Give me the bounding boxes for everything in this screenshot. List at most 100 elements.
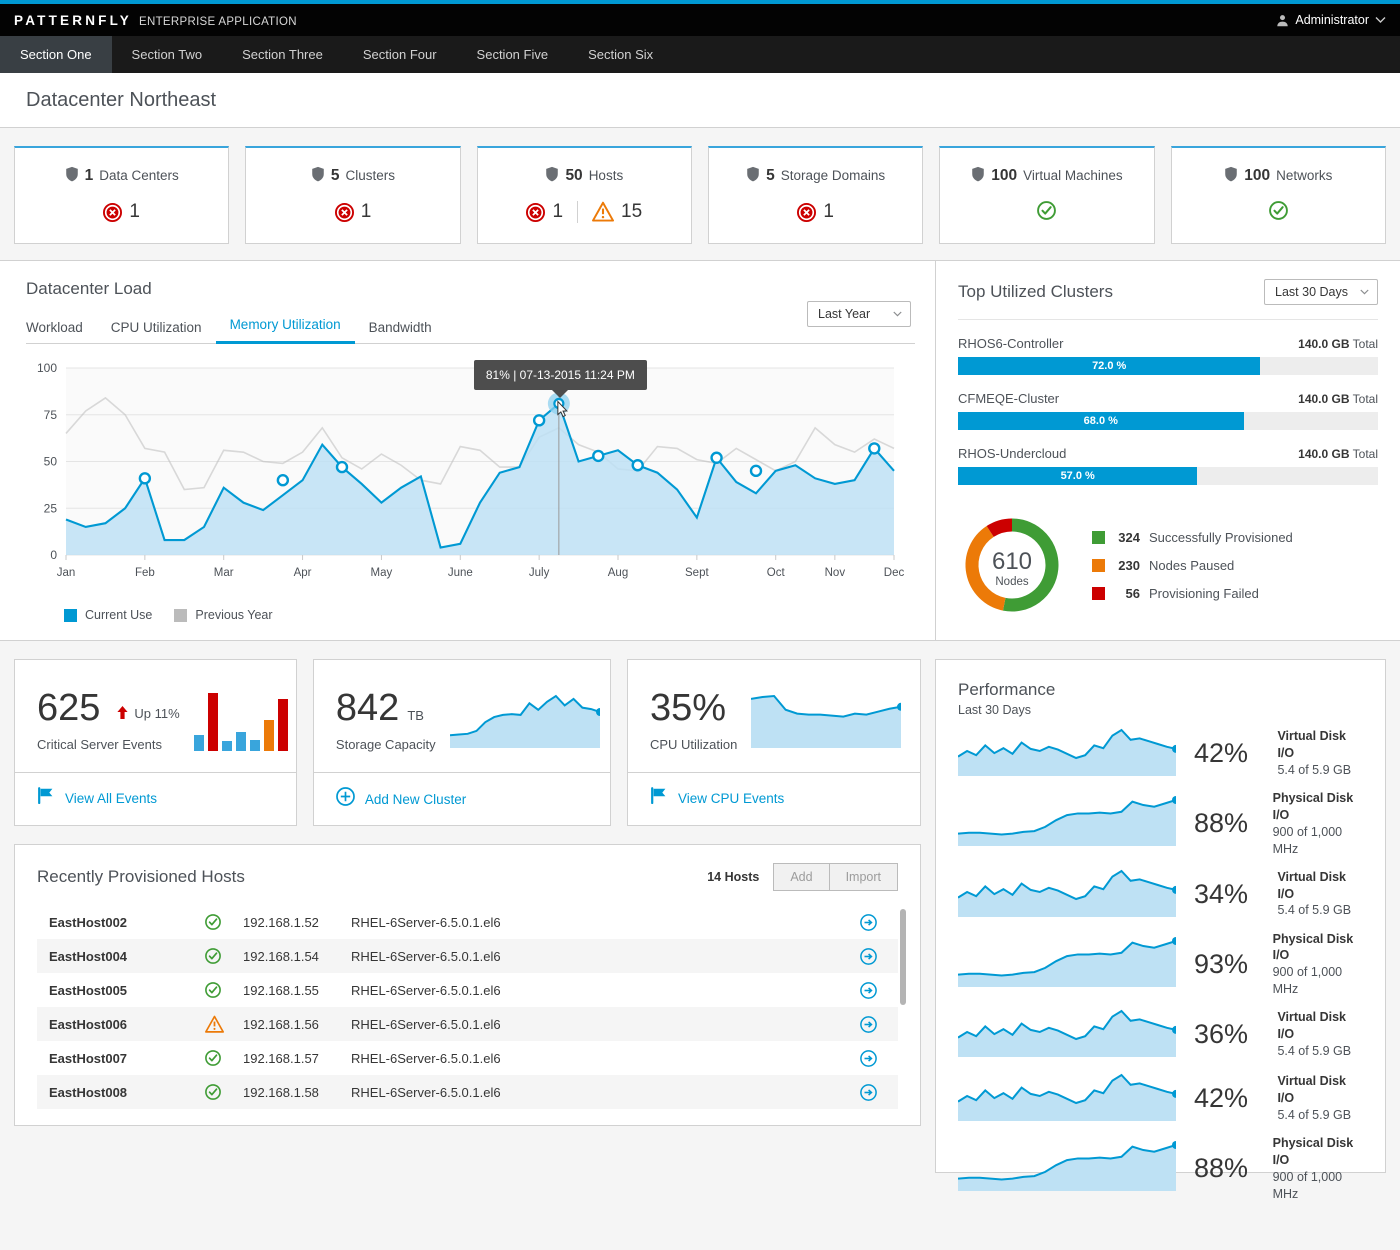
status-error-data-centers[interactable]: 1: [89, 201, 154, 223]
performance-labels: Virtual Disk I/O 5.4 of 5.9 GB: [1277, 1073, 1363, 1124]
check-circle-icon: [205, 948, 243, 964]
status-card-title: 5 Storage Domains: [715, 166, 916, 185]
util-card-action-link[interactable]: View CPU Events: [678, 791, 784, 806]
host-os: RHEL-6Server-6.5.0.1.el6: [351, 982, 501, 998]
svg-text:July: July: [529, 567, 550, 579]
legend-item-current-use: Current Use: [64, 608, 152, 622]
svg-text:Apr: Apr: [294, 567, 312, 579]
shield-icon: [746, 166, 760, 185]
tab-workload[interactable]: Workload: [26, 314, 97, 344]
flag-icon: [37, 787, 55, 809]
performance-row: 88% Physical Disk I/O 900 of 1,000 MHz: [957, 1135, 1363, 1203]
status-error-storage-domains[interactable]: 1: [783, 201, 848, 223]
arrow-right-circle-icon[interactable]: [838, 947, 898, 965]
arrow-right-circle-icon[interactable]: [838, 1049, 898, 1067]
clusters-range-select[interactable]: Last 30 Days: [1264, 279, 1378, 305]
user-icon: [1276, 14, 1289, 27]
table-row[interactable]: EastHost005 192.168.1.55 RHEL-6Server-6.…: [37, 973, 898, 1007]
svg-text:Mar: Mar: [214, 567, 234, 579]
cluster-total: 140.0 GB Total: [1298, 392, 1378, 406]
check-circle-icon: [205, 1050, 243, 1066]
legend-label-current-use: Current Use: [85, 608, 153, 622]
status-card-label: Networks: [1276, 168, 1333, 183]
arrow-right-circle-icon[interactable]: [838, 913, 898, 931]
brand[interactable]: PATTERNFLY ENTERPRISE APPLICATION: [14, 13, 297, 28]
status-card-virtual-machines[interactable]: 100 Virtual Machines: [939, 146, 1155, 244]
datacenter-load-chart[interactable]: 0 25 50 75 100 Jan Feb Mar Apr May June July Aug Sept…: [26, 358, 916, 593]
cluster-meta: CFMEQE-Cluster 140.0 GB Total: [958, 391, 1378, 406]
status-card-data-centers[interactable]: 1 Data Centers 1: [14, 146, 230, 244]
host-os: RHEL-6Server-6.5.0.1.el6: [351, 914, 501, 930]
shield-icon: [65, 166, 79, 185]
trend-indicator: Up 11%: [116, 705, 180, 722]
cluster-progress-bar[interactable]: 57.0 %: [958, 467, 1378, 485]
check-circle-icon: [1037, 201, 1057, 220]
host-name: EastHost008: [49, 1084, 128, 1100]
legend-swatch-current-use: [64, 608, 77, 622]
nav-item-section-two[interactable]: Section Two: [112, 36, 223, 73]
cluster-row: RHOS6-Controller 140.0 GB Total 72.0 %: [958, 336, 1378, 375]
status-ok-networks[interactable]: [1255, 201, 1302, 220]
import-host-button[interactable]: Import: [829, 863, 898, 891]
status-error-clusters[interactable]: 1: [321, 201, 386, 223]
load-tabs: Workload CPU Utilization Memory Utilizat…: [26, 311, 915, 344]
nav-item-section-five[interactable]: Section Five: [457, 36, 569, 73]
error-circle-icon: [334, 202, 354, 222]
hosts-scrollbar-thumb[interactable]: [900, 909, 906, 1005]
table-row[interactable]: EastHost006 192.168.1.56 RHEL-6Server-6.…: [37, 1007, 898, 1041]
aggregate-status-row: 1 Data Centers 1 5 Clusters 1 50 Hosts 1…: [0, 128, 1400, 260]
status-ok-virtual-machines[interactable]: [1023, 201, 1070, 220]
clusters-divider: [958, 319, 1378, 320]
util-card-footer[interactable]: View All Events: [15, 772, 296, 823]
user-menu[interactable]: Administrator: [1276, 13, 1386, 27]
cluster-progress-bar[interactable]: 72.0 %: [958, 357, 1378, 375]
donut-legend-label: Provisioning Failed: [1149, 585, 1259, 601]
hosts-title: Recently Provisioned Hosts: [37, 867, 245, 886]
svg-text:0: 0: [50, 548, 57, 562]
status-warning-hosts[interactable]: 15: [577, 201, 656, 223]
performance-percent: 42%: [1194, 1083, 1249, 1113]
error-circle-icon: [103, 202, 123, 222]
arrow-right-circle-icon[interactable]: [838, 981, 898, 999]
table-row[interactable]: EastHost004 192.168.1.54 RHEL-6Server-6.…: [37, 939, 898, 973]
cluster-progress-bar[interactable]: 68.0 %: [958, 412, 1378, 430]
status-error-hosts[interactable]: 1: [512, 201, 577, 223]
table-row[interactable]: EastHost008 192.168.1.58 RHEL-6Server-6.…: [37, 1075, 898, 1109]
util-card-action-link[interactable]: View All Events: [65, 791, 157, 806]
hosts-actions: 14 Hosts Add Import: [707, 863, 898, 891]
performance-subtitle: Last 30 Days: [958, 703, 1031, 717]
hosts-table: EastHost002 192.168.1.52 RHEL-6Server-6.…: [15, 905, 920, 1125]
nav-item-section-three[interactable]: Section Three: [222, 36, 343, 73]
arrow-right-circle-icon[interactable]: [838, 1083, 898, 1101]
svg-text:Jan: Jan: [57, 567, 76, 579]
add-host-button[interactable]: Add: [773, 863, 830, 891]
host-os: RHEL-6Server-6.5.0.1.el6: [351, 1016, 501, 1032]
status-card-clusters[interactable]: 5 Clusters 1: [245, 146, 461, 244]
cluster-name: CFMEQE-Cluster: [958, 391, 1060, 406]
load-range-select[interactable]: Last Year: [807, 301, 911, 327]
table-row[interactable]: EastHost002 192.168.1.52 RHEL-6Server-6.…: [37, 905, 898, 939]
cluster-percent-label: 68.0 %: [1083, 415, 1118, 427]
tab-cpu-utilization[interactable]: CPU Utilization: [97, 314, 216, 344]
util-card-footer[interactable]: Add New Cluster: [313, 772, 610, 825]
performance-metric-value: 5.4 of 5.9 GB: [1277, 903, 1352, 918]
performance-sparkline: [957, 796, 1180, 851]
performance-metric-value: 900 of 1,000 MHz: [1272, 965, 1343, 997]
util-card-footer[interactable]: View CPU Events: [627, 772, 920, 823]
tab-bandwidth[interactable]: Bandwidth: [355, 314, 446, 344]
tab-memory-utilization[interactable]: Memory Utilization: [215, 311, 355, 344]
performance-percent: 88%: [1194, 808, 1249, 839]
arrow-right-circle-icon[interactable]: [838, 1015, 898, 1033]
status-card-hosts[interactable]: 50 Hosts 1 15: [476, 146, 692, 244]
util-card-action-link[interactable]: Add New Cluster: [365, 792, 466, 807]
status-card-storage-domains[interactable]: 5 Storage Domains 1: [707, 146, 924, 244]
nav-item-section-six[interactable]: Section Six: [568, 36, 673, 73]
nav-item-section-one[interactable]: Section One: [0, 36, 112, 73]
status-value: 1: [360, 201, 372, 222]
svg-text:Dec: Dec: [884, 567, 905, 579]
shield-icon: [971, 166, 985, 185]
performance-percent: 93%: [1194, 948, 1249, 979]
table-row[interactable]: EastHost007 192.168.1.57 RHEL-6Server-6.…: [37, 1041, 898, 1075]
nav-item-section-four[interactable]: Section Four: [343, 36, 457, 73]
status-card-networks[interactable]: 100 Networks: [1170, 146, 1386, 244]
